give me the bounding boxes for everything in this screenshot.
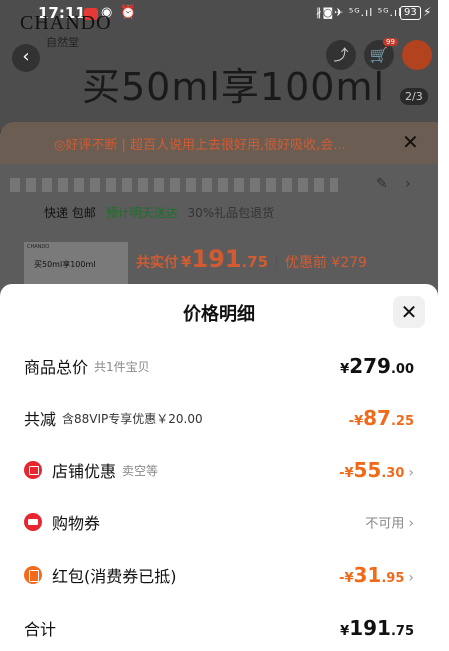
amount-int: 191 <box>349 616 391 640</box>
pay-amount-dec: .75 <box>241 253 269 271</box>
shipping-eta: 预计明天送达 <box>105 206 178 220</box>
address-blurred <box>10 178 338 192</box>
amount-int: 279 <box>349 354 391 378</box>
battery-icon: 93 <box>400 6 421 20</box>
row-label: 商品总价 <box>24 358 89 377</box>
edit-icon[interactable]: ✎ <box>376 176 388 192</box>
row-subtext: 卖空等 <box>122 463 159 478</box>
thumbnail-text: 买50ml享100ml <box>34 260 96 269</box>
shipping-return: 30%礼品包退货 <box>187 206 275 220</box>
amount-yen: ¥ <box>340 624 350 639</box>
row-label: 合计 <box>24 620 57 639</box>
image-index: 2/3 <box>400 88 428 105</box>
ticket-icon <box>24 513 42 531</box>
red-packet-icon <box>24 566 42 584</box>
review-text: ◎好评不断 | 超百人说用上去很好用,很好吸收,会... <box>54 138 346 153</box>
price-row-total: 商品总价 共1件宝贝 ¥279.00 <box>0 346 438 386</box>
pay-yen: ¥ <box>181 253 192 271</box>
chevron-right-icon[interactable]: › <box>405 176 411 192</box>
row-label: 购物券 <box>52 514 101 533</box>
price-row-discount: 共减 含88VIP专享优惠￥20.00 -¥ 87.25 <box>0 398 438 438</box>
price-row-shopping-voucher[interactable]: 购物券 不可用 › <box>0 502 438 542</box>
hero-headline: 买50ml享100ml <box>82 65 386 109</box>
pay-amount-int: 191 <box>191 245 242 273</box>
amount-dec: .75 <box>390 624 414 639</box>
amount-dec: .30 <box>381 466 405 481</box>
alarm-icon: ⏰ <box>120 5 137 20</box>
row-subtext: 含88VIP专享优惠￥20.00 <box>62 411 203 426</box>
amount-dec: .25 <box>390 414 414 429</box>
amount-dec: .00 <box>390 362 414 377</box>
sheet-title: 价格明细 <box>183 304 255 325</box>
store-icon <box>24 461 42 479</box>
amount-yen: -¥ <box>348 414 364 429</box>
row-label: 红包(消费券已抵) <box>52 567 177 586</box>
amount-int: 87 <box>363 406 391 430</box>
row-status: 不可用 <box>365 516 405 532</box>
chevron-right-icon: › <box>408 570 414 586</box>
scrollbar-track <box>438 0 449 651</box>
amount-dec: .95 <box>381 571 405 586</box>
pay-label: 共实付 <box>136 255 178 271</box>
amount-int: 55 <box>353 458 382 482</box>
signal-icons: ∦◙✈ ⁵ᴳ.ıl ⁵ᴳ.ıl <box>316 6 403 19</box>
row-label: 共减 <box>24 410 57 429</box>
price-row-store-discount[interactable]: 店铺优惠 卖空等 -¥ 55.30 › <box>0 450 438 490</box>
pre-discount-price: 优惠前 ¥279 <box>284 255 367 271</box>
amount-yen: ¥ <box>340 362 350 377</box>
back-icon[interactable]: ‹ <box>12 44 40 72</box>
chevron-right-icon: › <box>408 515 414 532</box>
shipping-free: 快递 包邮 <box>44 206 96 220</box>
thumbnail-brand: CHANDO <box>27 244 50 250</box>
row-label: 店铺优惠 <box>52 462 117 481</box>
total-pay-line: 共实付 ¥191.75 | 优惠前 ¥279 <box>136 245 367 273</box>
pay-separator: | <box>274 255 279 271</box>
amount-yen: -¥ <box>339 466 354 481</box>
shipping-info: 快递 包邮 预计明天送达 30%礼品包退货 <box>44 204 274 221</box>
charging-icon: ⚡ <box>423 5 432 19</box>
cart-badge: 99 <box>383 38 398 46</box>
price-row-grand-total: 合计 ¥191.75 <box>0 608 438 648</box>
close-button[interactable]: ✕ <box>393 296 425 328</box>
brand-logo: CHANDO <box>20 12 112 34</box>
row-subtext: 共1件宝贝 <box>94 359 150 374</box>
more-icon[interactable] <box>402 40 432 70</box>
amount-yen: -¥ <box>339 571 354 586</box>
chevron-right-icon: › <box>408 465 414 481</box>
amount-int: 31 <box>353 563 382 587</box>
review-close-icon[interactable]: ✕ <box>402 130 419 154</box>
brand-subtitle: 自然堂 <box>46 36 79 49</box>
price-row-red-packet[interactable]: 红包(消费券已抵) -¥ 31.95 › <box>0 555 438 595</box>
